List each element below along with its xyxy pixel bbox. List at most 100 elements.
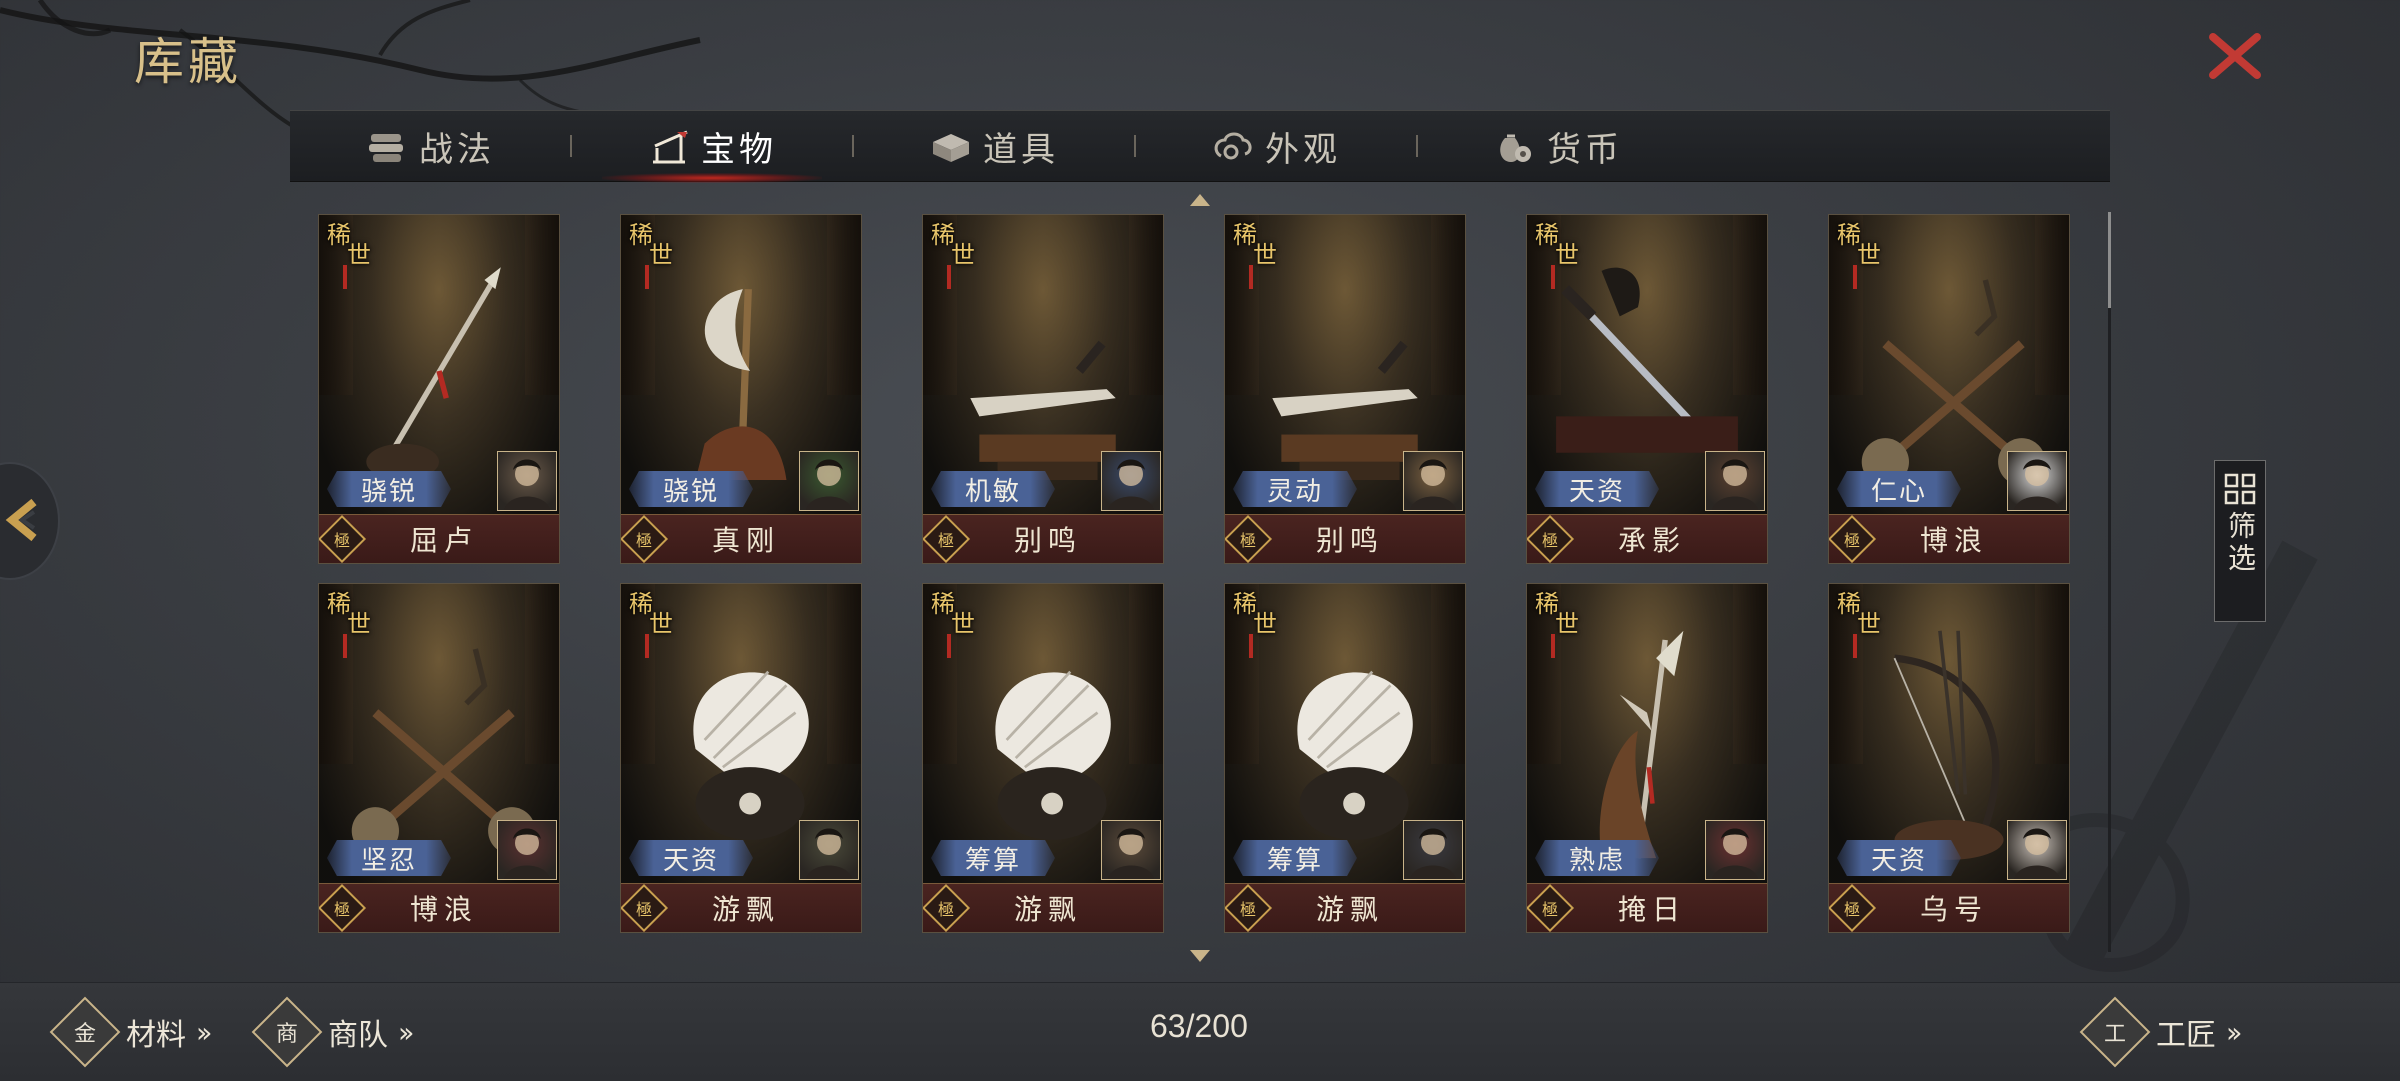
grid-scrollbar[interactable] bbox=[2108, 212, 2111, 952]
rarity-badge: 稀 世 bbox=[929, 592, 975, 658]
trait-badge: 熟虑 bbox=[1535, 840, 1659, 876]
treasure-card[interactable]: 稀 世 骁锐 極 真刚 bbox=[620, 214, 862, 564]
item-namebar: 極 屈卢 bbox=[319, 514, 559, 563]
trait-badge: 筹算 bbox=[931, 840, 1055, 876]
item-namebar: 極 掩日 bbox=[1527, 883, 1767, 932]
item-namebar: 極 博浪 bbox=[319, 883, 559, 932]
treasure-card[interactable]: 稀 世 熟虑 極 掩日 bbox=[1526, 583, 1768, 933]
tab-label: 外观 bbox=[1265, 129, 1341, 170]
treasure-card[interactable]: 稀 世 天资 極 乌号 bbox=[1828, 583, 2070, 933]
tab-tactics[interactable]: 战法 bbox=[290, 111, 570, 181]
filter-button[interactable]: 筛选 bbox=[2214, 460, 2266, 622]
treasure-card[interactable]: 稀 世 灵动 極 别鸣 bbox=[1224, 214, 1466, 564]
treasure-card[interactable]: 稀 世 天资 極 游飘 bbox=[620, 583, 862, 933]
close-button[interactable] bbox=[2200, 26, 2270, 86]
item-name: 真刚 bbox=[711, 524, 780, 557]
item-namebar: 極 别鸣 bbox=[1225, 514, 1465, 563]
trait-badge: 骁锐 bbox=[629, 471, 753, 507]
hero-portrait-avatar bbox=[2007, 451, 2067, 511]
item-name: 游飘 bbox=[711, 893, 780, 926]
craftsman-label: 工匠 bbox=[2156, 1018, 2216, 1053]
tab-currency[interactable]: 货币 bbox=[1418, 111, 1698, 181]
chest-icon bbox=[933, 134, 969, 162]
tab-treasures[interactable]: 宝物 bbox=[572, 111, 852, 183]
item-namebar: 極 游飘 bbox=[621, 883, 861, 932]
trait-badge: 天资 bbox=[1837, 840, 1961, 876]
materials-icon: 金 bbox=[49, 996, 121, 1068]
item-namebar: 極 真刚 bbox=[621, 514, 861, 563]
item-name: 承影 bbox=[1617, 524, 1686, 557]
rarity-badge: 稀 世 bbox=[627, 592, 673, 658]
page-title: 库藏 bbox=[134, 33, 242, 91]
treasure-card[interactable]: 稀 世 骁锐 極 屈卢 bbox=[318, 214, 560, 564]
item-name: 乌号 bbox=[1919, 893, 1988, 926]
category-tabbar: 战法 宝物 道具 外观 货币 bbox=[290, 110, 2110, 183]
item-namebar: 極 游飘 bbox=[1225, 883, 1465, 932]
treasure-card[interactable]: 稀 世 机敏 極 别鸣 bbox=[922, 214, 1164, 564]
hero-portrait-avatar bbox=[1101, 451, 1161, 511]
scroll-down-arrow-icon[interactable] bbox=[1190, 950, 1210, 962]
treasure-grid: 稀 世 骁锐 極 屈卢 稀 世 骁锐 極 真刚 稀 世 机敏 極 别鸣 稀 世 … bbox=[318, 214, 2078, 934]
cloud-swirl-icon bbox=[1214, 132, 1252, 160]
caravan-label: 商队 bbox=[328, 1018, 388, 1053]
rarity-badge: 稀 世 bbox=[325, 592, 371, 658]
rarity-badge: 稀 世 bbox=[1231, 223, 1277, 289]
trait-badge: 机敏 bbox=[931, 471, 1055, 507]
rarity-badge: 稀 世 bbox=[1835, 592, 1881, 658]
tab-label: 宝物 bbox=[701, 129, 777, 170]
materials-button[interactable]: 金 材料 ›› bbox=[49, 996, 213, 1068]
craftsman-icon: 工 bbox=[2079, 996, 2151, 1068]
item-namebar: 極 承影 bbox=[1527, 514, 1767, 563]
item-name: 屈卢 bbox=[409, 524, 478, 557]
hero-portrait-avatar bbox=[1403, 451, 1463, 511]
double-chevron-icon: ›› bbox=[196, 1015, 213, 1049]
scrollbar-thumb[interactable] bbox=[2108, 212, 2111, 308]
hero-portrait-avatar bbox=[497, 820, 557, 880]
caravan-button[interactable]: 商 商队 ›› bbox=[251, 996, 415, 1068]
item-namebar: 極 博浪 bbox=[1829, 514, 2069, 563]
trait-badge: 天资 bbox=[1535, 471, 1659, 507]
item-namebar: 極 游飘 bbox=[923, 883, 1163, 932]
item-name: 游飘 bbox=[1013, 893, 1082, 926]
scroll-bundle-icon bbox=[369, 134, 403, 162]
item-name: 游飘 bbox=[1315, 893, 1384, 926]
hero-portrait-avatar bbox=[1101, 820, 1161, 880]
hero-portrait-avatar bbox=[1705, 820, 1765, 880]
double-chevron-icon: ›› bbox=[398, 1015, 415, 1049]
grid-filter-icon bbox=[2224, 473, 2256, 505]
rarity-badge: 稀 世 bbox=[1533, 223, 1579, 289]
side-panel-handle[interactable] bbox=[0, 462, 60, 580]
tab-items[interactable]: 道具 bbox=[854, 111, 1134, 181]
tab-label: 货币 bbox=[1547, 129, 1623, 170]
item-name: 别鸣 bbox=[1013, 524, 1082, 557]
caravan-icon: 商 bbox=[251, 996, 323, 1068]
scroll-up-arrow-icon[interactable] bbox=[1190, 194, 1210, 206]
item-namebar: 極 乌号 bbox=[1829, 883, 2069, 932]
item-name: 博浪 bbox=[409, 893, 478, 926]
treasure-card[interactable]: 稀 世 仁心 極 博浪 bbox=[1828, 214, 2070, 564]
trait-badge: 仁心 bbox=[1837, 471, 1961, 507]
expand-chevron-icon bbox=[5, 498, 37, 542]
rarity-badge: 稀 世 bbox=[1231, 592, 1277, 658]
tab-label: 道具 bbox=[983, 129, 1059, 170]
treasure-card[interactable]: 稀 世 坚忍 極 博浪 bbox=[318, 583, 560, 933]
treasure-card[interactable]: 稀 世 筹算 極 游飘 bbox=[1224, 583, 1466, 933]
filter-label: 筛选 bbox=[2224, 511, 2257, 575]
item-name: 掩日 bbox=[1617, 893, 1686, 926]
item-namebar: 極 别鸣 bbox=[923, 514, 1163, 563]
coin-pouch-icon bbox=[1500, 134, 1531, 162]
treasure-card[interactable]: 稀 世 筹算 極 游飘 bbox=[922, 583, 1164, 933]
rarity-badge: 稀 世 bbox=[325, 223, 371, 289]
hero-portrait-avatar bbox=[1705, 451, 1765, 511]
craftsman-button[interactable]: 工 工匠 ›› bbox=[2079, 996, 2243, 1068]
hero-portrait-avatar bbox=[1403, 820, 1463, 880]
weapon-rack-icon bbox=[653, 130, 688, 164]
storage-counter: 63/200 bbox=[1150, 1008, 1248, 1044]
tab-appearance[interactable]: 外观 bbox=[1136, 111, 1416, 181]
hero-portrait-avatar bbox=[2007, 820, 2067, 880]
rarity-badge: 稀 世 bbox=[627, 223, 673, 289]
materials-label: 材料 bbox=[126, 1018, 186, 1053]
rarity-badge: 稀 世 bbox=[1533, 592, 1579, 658]
trait-badge: 灵动 bbox=[1233, 471, 1357, 507]
treasure-card[interactable]: 稀 世 天资 極 承影 bbox=[1526, 214, 1768, 564]
